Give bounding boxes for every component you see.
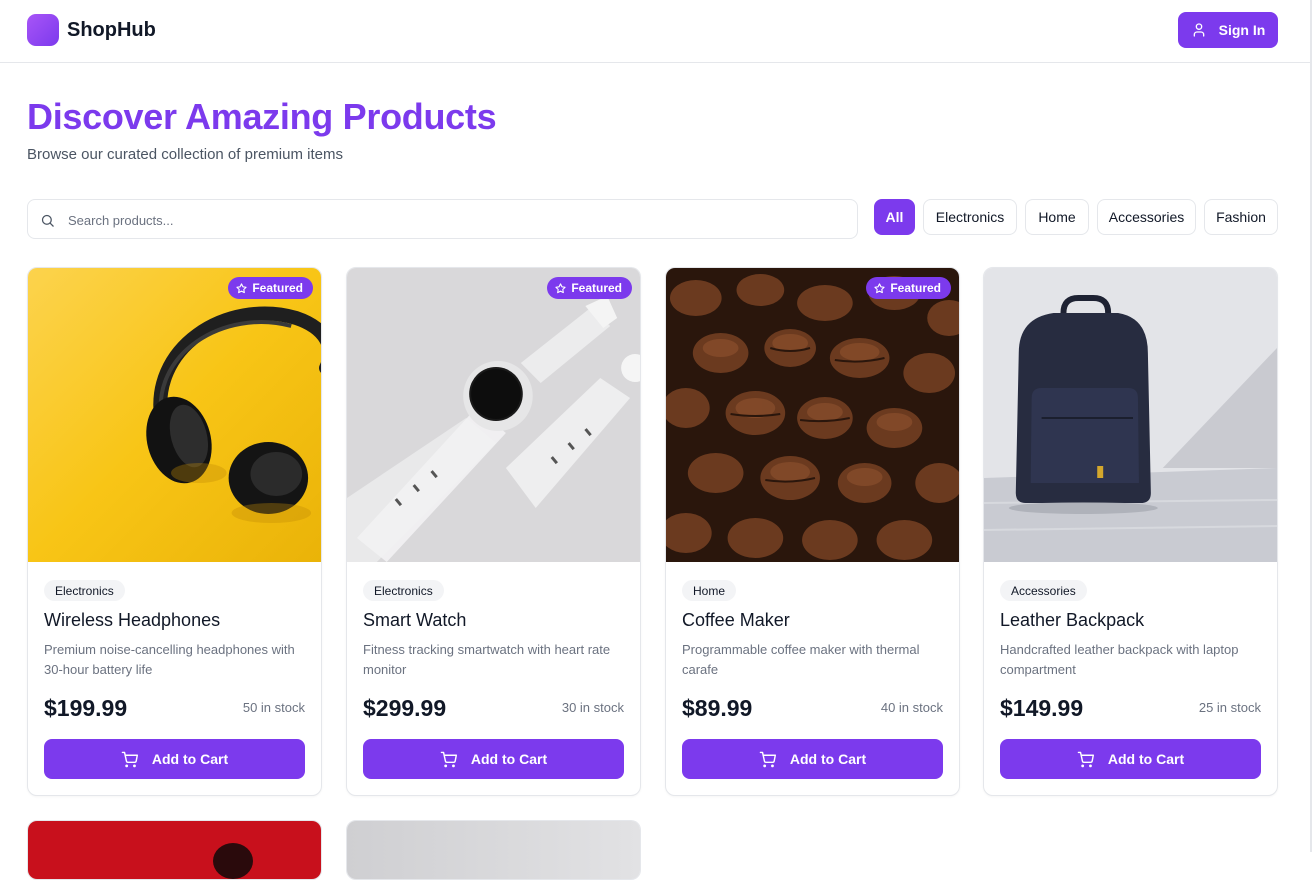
product-card[interactable]: Featured Home Coffee Maker Programmable … [665, 267, 960, 796]
category-badge: Electronics [363, 580, 444, 601]
sign-in-button[interactable]: Sign In [1178, 12, 1278, 48]
product-card[interactable] [27, 820, 322, 880]
search-box[interactable] [27, 199, 858, 239]
featured-badge: Featured [866, 277, 951, 299]
product-image-smart-watch[interactable] [347, 268, 640, 562]
cart-icon [1077, 751, 1094, 767]
star-icon [236, 282, 247, 293]
product-card[interactable]: Featured Electronics Wireless Headphones… [27, 267, 322, 796]
product-price: $89.99 [682, 695, 753, 721]
page-subtitle: Browse our curated collection of premium… [27, 146, 343, 163]
add-to-cart-label: Add to Cart [1107, 751, 1185, 767]
top-header: ShopHub Sign In [0, 0, 1310, 63]
add-to-cart-label: Add to Cart [470, 751, 548, 767]
logo-icon[interactable] [27, 14, 59, 46]
star-icon [555, 282, 566, 293]
product-price: $199.99 [44, 695, 128, 721]
add-to-cart-button[interactable]: Add to Cart [44, 739, 305, 779]
category-badge: Home [682, 580, 737, 601]
page-title: Discover Amazing Products [27, 96, 497, 137]
cart-icon [440, 751, 457, 767]
add-to-cart-button[interactable]: Add to Cart [682, 739, 943, 779]
product-name[interactable]: Leather Backpack [1000, 610, 1144, 631]
product-description: Fitness tracking smartwatch with heart r… [363, 642, 611, 677]
featured-label: Featured [890, 281, 941, 295]
product-price: $149.99 [1000, 695, 1084, 721]
featured-label: Featured [252, 281, 303, 295]
filter-all[interactable]: All [874, 199, 915, 235]
cart-icon [759, 751, 776, 767]
category-badge: Accessories [1000, 580, 1087, 601]
filter-home[interactable]: Home [1025, 199, 1089, 235]
cart-icon [121, 751, 138, 767]
product-card[interactable] [346, 820, 641, 880]
product-description: Premium noise-cancelling headphones with… [44, 642, 295, 677]
product-name[interactable]: Smart Watch [363, 610, 466, 631]
product-image-headphones[interactable] [28, 268, 321, 562]
stock-count: 40 in stock [880, 700, 943, 715]
product-description: Handcrafted leather backpack with laptop… [1000, 642, 1239, 677]
featured-label: Featured [571, 281, 622, 295]
product-name[interactable]: Coffee Maker [682, 610, 790, 631]
filter-accessories[interactable]: Accessories [1097, 199, 1196, 235]
featured-badge: Featured [228, 277, 313, 299]
product-image[interactable] [347, 821, 641, 880]
filter-electronics[interactable]: Electronics [923, 199, 1017, 235]
add-to-cart-label: Add to Cart [151, 751, 229, 767]
product-description: Programmable coffee maker with thermal c… [682, 642, 920, 677]
featured-badge: Featured [547, 277, 632, 299]
search-icon [41, 214, 54, 227]
product-card[interactable]: Accessories Leather Backpack Handcrafted… [983, 267, 1278, 796]
product-price: $299.99 [363, 695, 447, 721]
stock-count: 25 in stock [1198, 700, 1261, 715]
sign-in-label: Sign In [1218, 22, 1266, 38]
product-name[interactable]: Wireless Headphones [44, 610, 220, 631]
search-input[interactable] [68, 209, 828, 231]
product-card[interactable]: Featured Electronics Smart Watch Fitness… [346, 267, 641, 796]
user-icon [1193, 23, 1204, 37]
category-badge: Electronics [44, 580, 125, 601]
add-to-cart-label: Add to Cart [789, 751, 867, 767]
brand-name[interactable]: ShopHub [67, 19, 156, 42]
product-image[interactable] [28, 821, 322, 880]
stock-count: 50 in stock [242, 700, 305, 715]
stock-count: 30 in stock [561, 700, 624, 715]
product-image-leather-backpack[interactable] [984, 268, 1277, 562]
add-to-cart-button[interactable]: Add to Cart [363, 739, 624, 779]
product-image-coffee-maker[interactable] [666, 268, 959, 562]
add-to-cart-button[interactable]: Add to Cart [1000, 739, 1261, 779]
filter-fashion[interactable]: Fashion [1204, 199, 1278, 235]
star-icon [874, 282, 885, 293]
